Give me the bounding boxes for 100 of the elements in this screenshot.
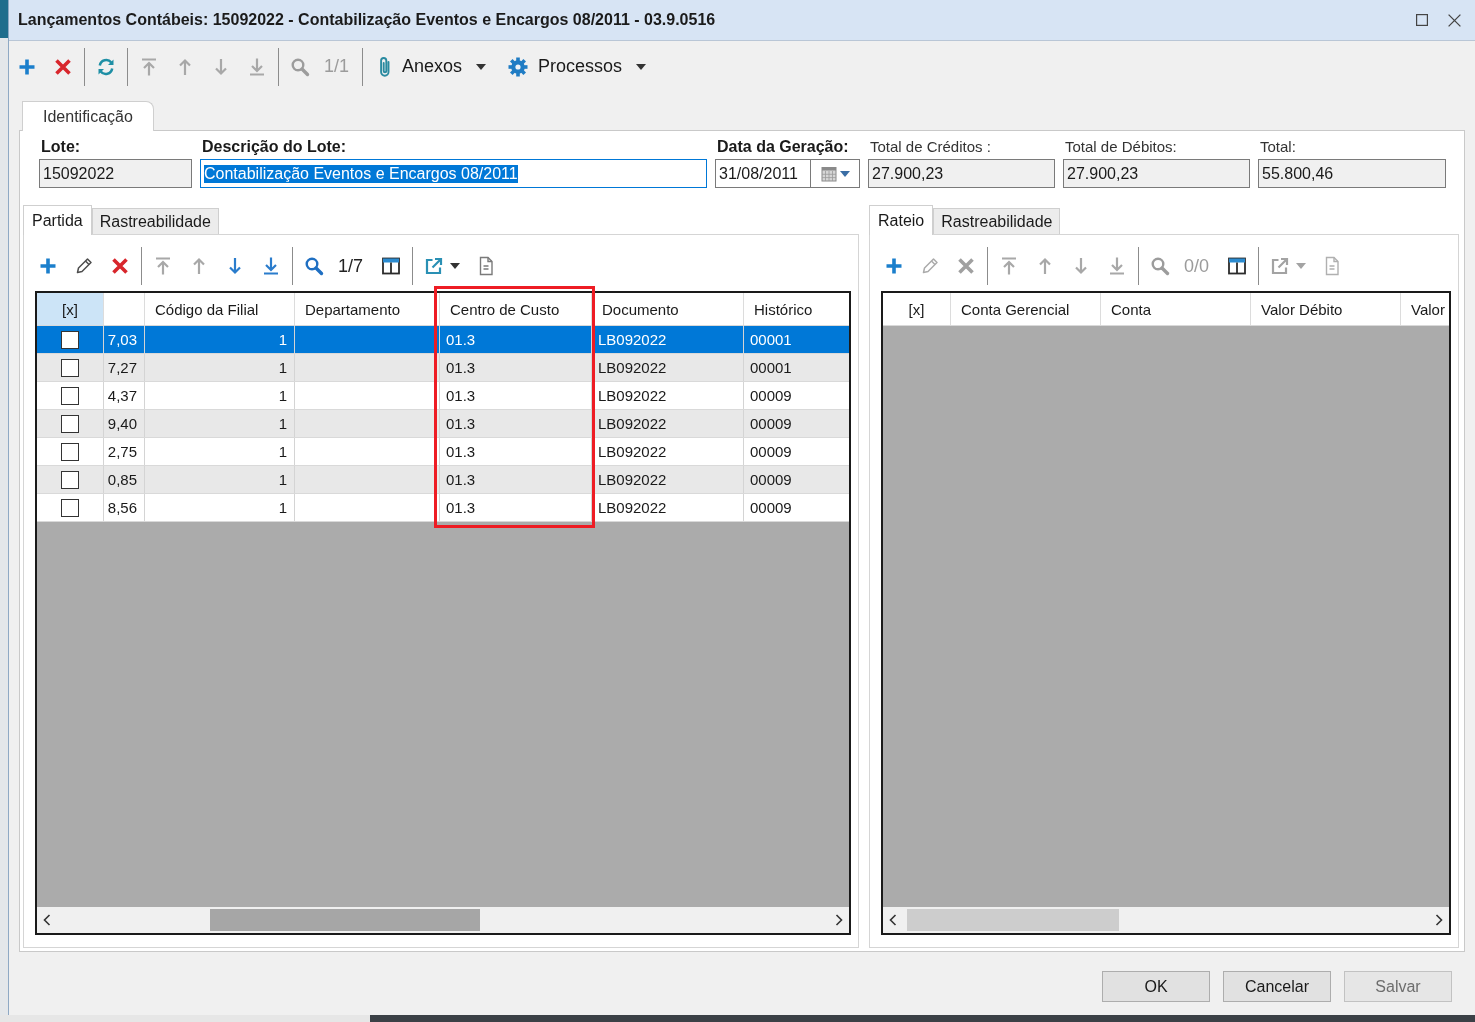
ok-button[interactable]: OK — [1102, 971, 1210, 1002]
column-header[interactable]: Departamento — [295, 293, 440, 325]
date-field[interactable]: 31/08/2011 — [715, 159, 810, 188]
table-cell-text: 00009 — [749, 498, 793, 518]
search-icon — [304, 256, 324, 276]
table-cell-text: 00001 — [749, 358, 793, 378]
table-cell: 01.3 — [440, 438, 592, 465]
table-cell: 1 — [145, 410, 295, 437]
search-icon — [290, 56, 310, 77]
pencil-icon — [920, 256, 940, 276]
table-row[interactable]: 0,85 1 01.3 LB092022 00009 — [37, 466, 849, 494]
arrow-down-to-line-icon — [247, 56, 267, 77]
horizontal-scrollbar[interactable] — [37, 907, 849, 933]
table-cell: 7,03 — [104, 326, 145, 353]
x-icon — [956, 256, 976, 276]
table-cell: 01.3 — [440, 354, 592, 381]
column-header[interactable]: [x] — [37, 293, 104, 325]
table-cell: 2,75 — [104, 438, 145, 465]
tab[interactable]: Rastreabilidade — [91, 208, 219, 234]
caret-icon — [476, 63, 487, 70]
table-cell: LB092022 — [592, 326, 744, 353]
horizontal-scrollbar[interactable] — [883, 907, 1449, 933]
table-row[interactable]: 7,27 1 01.3 LB092022 00001 — [37, 354, 849, 382]
table-cell: LB092022 — [592, 410, 744, 437]
table-cell: 9,40 — [104, 410, 145, 437]
field-label: Total: — [1259, 137, 1297, 157]
column-header[interactable]: Documento — [592, 293, 744, 325]
arrow-up-to-line-icon — [153, 256, 173, 276]
column-header[interactable]: Valor — [1401, 293, 1449, 325]
checkbox[interactable] — [61, 442, 79, 461]
arrow-down-to-line-icon — [1107, 256, 1127, 276]
gear-icon — [508, 56, 529, 77]
checkbox[interactable] — [61, 498, 79, 517]
column-header[interactable]: Valor Débito — [1251, 293, 1401, 325]
column-header[interactable]: Conta — [1101, 293, 1251, 325]
tab[interactable]: Identificação — [22, 101, 154, 131]
chevron-left-icon — [43, 914, 51, 926]
plus-icon — [38, 256, 58, 276]
checkbox[interactable] — [61, 386, 79, 405]
table-cell: 1 — [145, 382, 295, 409]
plus-icon — [884, 256, 904, 276]
table-row[interactable]: 8,56 1 01.3 LB092022 00009 — [37, 494, 849, 522]
table-row[interactable]: 2,75 1 01.3 LB092022 00009 — [37, 438, 849, 466]
scrollbar-thumb[interactable] — [210, 909, 480, 931]
scrollbar-thumb[interactable] — [907, 909, 1119, 931]
caret-icon — [839, 170, 850, 177]
column-header[interactable]: Código da Filial — [145, 293, 295, 325]
table-cell: 4,37 — [104, 382, 145, 409]
window-title: Lançamentos Contábeis: 15092022 - Contabilização Eventos e Encargos 08/2011 - 03.9.0516 — [18, 11, 717, 29]
table-cell: 01.3 — [440, 326, 592, 353]
tab[interactable]: Rateio — [869, 205, 934, 235]
arrow-up-to-line-icon — [139, 56, 159, 77]
table-cell-text: 00009 — [749, 442, 793, 462]
tab[interactable]: Partida — [23, 205, 92, 235]
column-header[interactable]: Histórico — [744, 293, 849, 325]
table-cell: 01.3 — [440, 466, 592, 493]
columns-icon — [381, 256, 402, 276]
table-cell-text: 00009 — [749, 470, 793, 490]
processes-button[interactable]: Processos — [496, 48, 657, 85]
record-counter: 1/7 — [337, 255, 365, 277]
table-cell: LB092022 — [592, 354, 744, 381]
cancel-button[interactable]: Cancelar — [1223, 971, 1331, 1002]
text-field[interactable]: 55.800,46 — [1258, 159, 1446, 188]
text-field[interactable]: 27.900,23 — [868, 159, 1055, 188]
table-cell: 1 — [145, 438, 295, 465]
column-header[interactable]: Centro de Custo — [440, 293, 592, 325]
checkbox[interactable] — [61, 330, 79, 349]
record-counter: 0/0 — [1183, 255, 1211, 277]
export-icon — [424, 256, 445, 276]
calendar-button[interactable] — [810, 159, 860, 188]
checkbox[interactable] — [61, 358, 79, 377]
column-header[interactable]: [x] — [883, 293, 951, 325]
maximize-button[interactable] — [1413, 11, 1431, 29]
maximize-icon — [1416, 14, 1428, 26]
checkbox[interactable] — [61, 414, 79, 433]
text-field[interactable]: Contabilização Eventos e Encargos 08/2011 — [200, 159, 707, 188]
table-cell-text: 00009 — [749, 386, 793, 406]
table-row[interactable]: 4,37 1 01.3 LB092022 00009 — [37, 382, 849, 410]
table-cell-text: 00009 — [749, 414, 793, 434]
caret-icon — [1296, 263, 1307, 269]
refresh-icon — [96, 56, 116, 77]
text-field[interactable]: 15092022 — [39, 159, 192, 188]
chevron-left-icon — [889, 914, 897, 926]
x-icon — [110, 256, 130, 276]
table-row[interactable]: 9,40 1 01.3 LB092022 00009 — [37, 410, 849, 438]
field-label: Lote: — [40, 137, 82, 157]
text-field[interactable]: 27.900,23 — [1063, 159, 1250, 188]
checkbox[interactable] — [61, 470, 79, 489]
table-row[interactable]: 7,03 1 01.3 LB092022 00001 — [37, 326, 849, 354]
table-cell: 0,85 — [104, 466, 145, 493]
table-cell: 1 — [145, 354, 295, 381]
attachments-button[interactable]: Anexos — [366, 48, 497, 85]
field-label: Total de Créditos : — [869, 137, 992, 157]
table-cell: 01.3 — [440, 382, 592, 409]
field-label: Descrição do Lote: — [201, 137, 348, 157]
table-cell: 1 — [145, 326, 295, 353]
columns-icon — [1227, 256, 1248, 276]
column-header[interactable]: Conta Gerencial — [951, 293, 1101, 325]
table-cell: LB092022 — [592, 382, 744, 409]
tab[interactable]: Rastreabilidade — [933, 208, 1061, 234]
